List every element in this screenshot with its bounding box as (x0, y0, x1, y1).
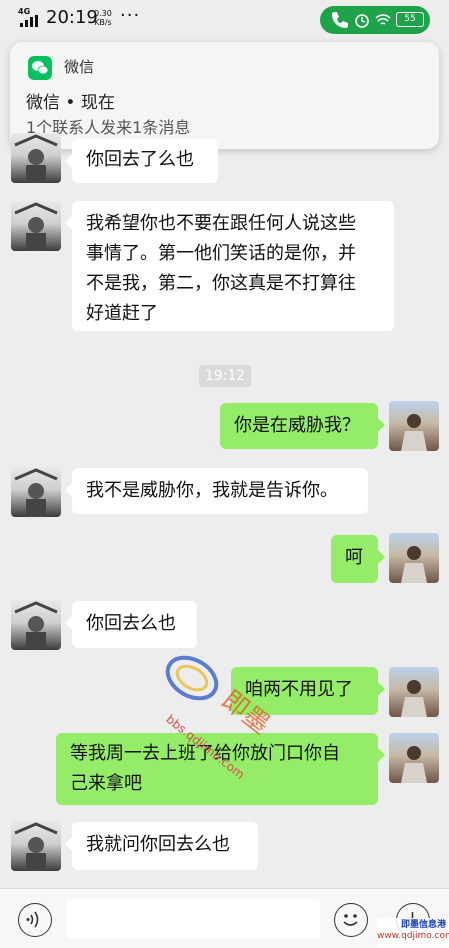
corner-watermark-name: 即墨信息港 (400, 920, 446, 930)
message-line: 事情了。第一他们笑话的是你，并 (86, 243, 356, 264)
message-text: 你是在威胁我？ (234, 415, 360, 436)
notification-title: 微信 • 现在 (26, 93, 115, 113)
message-line: 己来拿吧 (70, 773, 142, 794)
contact-avatar[interactable] (11, 600, 61, 650)
message-bubble[interactable]: 呵 (331, 535, 385, 583)
self-avatar[interactable] (389, 533, 439, 583)
notification-app-name: 微信 (64, 58, 95, 76)
svg-text:即墨: 即墨 (216, 685, 275, 741)
status-bar: 4G 20:19 0.30 KB/s ··· 55 (0, 0, 449, 36)
alarm-wifi-icons (354, 11, 394, 33)
emoji-icon[interactable] (334, 903, 368, 937)
contact-avatar[interactable] (11, 133, 61, 183)
signal-icon (20, 15, 40, 27)
message-bubble[interactable]: 我就问你回去么也 (65, 822, 258, 870)
message-bubble[interactable]: 你回去么也 (65, 601, 197, 648)
corner-watermark-site: www.qdjimo.com (377, 931, 449, 941)
phone-icon (332, 12, 348, 28)
network-speed: 0.30 KB/s (94, 9, 112, 27)
contact-avatar[interactable] (11, 821, 61, 871)
message-input[interactable] (66, 899, 320, 939)
watermark-logo: 即墨 (165, 655, 275, 741)
message-bubble[interactable]: 你是在威胁我？ (220, 403, 385, 449)
battery-icon: 55 (396, 12, 424, 27)
message-text: 呵 (345, 547, 363, 568)
message-text: 你回去了么也 (86, 149, 194, 170)
voice-icon[interactable] (18, 903, 52, 937)
wechat-icon (28, 56, 52, 80)
notification-banner[interactable]: 微信 微信 • 现在 1个联系人发来1条消息 (10, 42, 439, 149)
self-avatar[interactable] (389, 733, 439, 783)
message-line: 好道赶了 (86, 303, 158, 324)
message-bubble[interactable]: 我希望你也不要在跟任何人说这些 事情了。第一他们笑话的是你，并 不是我，第二，你… (65, 201, 394, 331)
message-line: 不是我，第二，你这真是不打算往 (86, 273, 356, 294)
call-pill[interactable]: 55 (320, 6, 430, 34)
message-bubble[interactable]: 我不是威胁你，我就是告诉你。 (65, 468, 368, 514)
self-avatar[interactable] (389, 667, 439, 717)
contact-avatar[interactable] (11, 201, 61, 251)
more-notifications-icon: ··· (120, 5, 141, 26)
alarm-icon (355, 14, 391, 28)
message-text: 我就问你回去么也 (86, 834, 230, 855)
message-bubble[interactable]: 你回去了么也 (65, 139, 218, 183)
contact-avatar[interactable] (11, 467, 61, 517)
speed-unit: KB/s (94, 18, 112, 27)
status-time: 20:19 (46, 7, 98, 28)
message-timestamp: 19:12 (199, 365, 251, 387)
corner-watermark: 即墨信息港 www.qdjimo.com (377, 918, 449, 948)
message-text: 你回去么也 (86, 613, 176, 634)
message-text: 我不是威胁你，我就是告诉你。 (86, 480, 338, 501)
message-line: 我希望你也不要在跟任何人说这些 (86, 213, 356, 234)
self-avatar[interactable] (389, 401, 439, 451)
speed-value: 0.30 (94, 9, 112, 18)
